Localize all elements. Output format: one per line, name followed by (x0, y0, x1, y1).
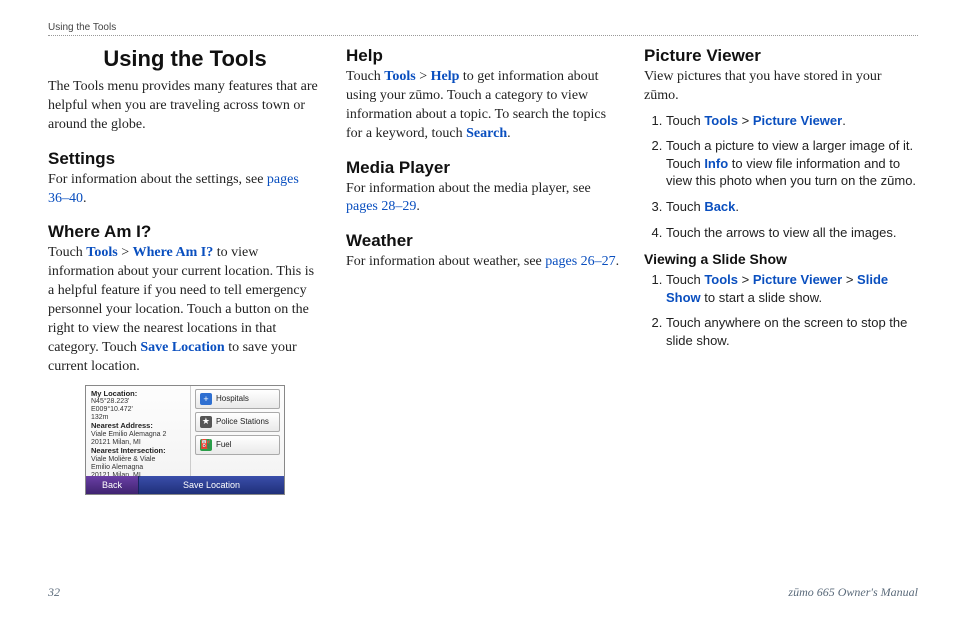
fuel-button[interactable]: ⛽ Fuel (195, 435, 280, 455)
settings-text-post: . (83, 191, 87, 206)
help-a: Touch (346, 69, 384, 84)
nearest-addr-label: Nearest Address: (91, 422, 185, 431)
slide-step-2: Touch anywhere on the screen to stop the… (666, 314, 918, 349)
settings-text-pre: For information about the settings, see (48, 172, 267, 187)
whereami-save-kw: Save Location (140, 340, 224, 355)
picture-step-3: Touch Back. (666, 198, 918, 216)
column-2: Help Touch Tools > Help to get informati… (346, 44, 620, 495)
weather-paragraph: For information about weather, see pages… (346, 253, 620, 272)
settings-text: For information about the settings, see … (48, 171, 322, 209)
police-button[interactable]: ★ Police Stations (195, 412, 280, 432)
help-c: . (507, 126, 511, 141)
settings-heading: Settings (48, 149, 322, 169)
nearest-int-v1: Viale Molière & Viale (91, 456, 185, 464)
help-heading: Help (346, 46, 620, 66)
weather-link[interactable]: pages 26–27 (545, 254, 615, 269)
picture-steps: Touch Tools > Picture Viewer. Touch a pi… (644, 112, 918, 241)
column-1: Using the Tools The Tools menu provides … (48, 44, 322, 495)
fuel-icon: ⛽ (200, 439, 212, 451)
hospitals-label: Hospitals (216, 394, 249, 403)
intro-paragraph: The Tools menu provides many features th… (48, 78, 322, 135)
hospitals-button[interactable]: + Hospitals (195, 389, 280, 409)
picture-step-1: Touch Tools > Picture Viewer. (666, 112, 918, 130)
whereami-gt: > (118, 245, 133, 260)
whereami-paragraph: Touch Tools > Where Am I? to view inform… (48, 244, 322, 376)
my-location-v2: E009°10.472' (91, 406, 185, 414)
ps3-back: Back (704, 199, 735, 214)
ps2-info: Info (704, 156, 728, 171)
hospital-icon: + (200, 393, 212, 405)
fuel-label: Fuel (216, 440, 232, 449)
ps3-a: Touch (666, 199, 704, 214)
page-footer: 32 zūmo 665 Owner's Manual (48, 585, 918, 600)
media-a: For information about the media player, … (346, 181, 591, 196)
slideshow-steps: Touch Tools > Picture Viewer > Slide Sho… (644, 271, 918, 349)
nearest-addr-v1: Viale Emilio Alemagna 2 (91, 431, 185, 439)
ps1-a: Touch (666, 113, 704, 128)
help-tools-kw: Tools (384, 69, 415, 84)
running-head: Using the Tools (48, 22, 918, 33)
weather-a: For information about weather, see (346, 254, 545, 269)
header-rule (48, 35, 918, 36)
column-3: Picture Viewer View pictures that you ha… (644, 44, 918, 495)
help-search-kw: Search (466, 126, 507, 141)
nearest-int-label: Nearest Intersection: (91, 447, 185, 456)
whereami-tools-kw: Tools (86, 245, 117, 260)
whereami-whereami-kw: Where Am I? (133, 245, 214, 260)
police-icon: ★ (200, 416, 212, 428)
weather-heading: Weather (346, 231, 620, 251)
weather-b: . (616, 254, 620, 269)
police-label: Police Stations (216, 418, 269, 426)
help-paragraph: Touch Tools > Help to get information ab… (346, 68, 620, 144)
media-link[interactable]: pages 28–29 (346, 199, 416, 214)
help-gt: > (416, 69, 431, 84)
device-buttons-pane: + Hospitals ★ Police Stations ⛽ Fuel (191, 386, 284, 476)
ps1-tools: Tools (704, 113, 738, 128)
ps3-b: . (735, 199, 739, 214)
device-back-button[interactable]: Back (86, 476, 139, 494)
media-paragraph: For information about the media player, … (346, 180, 620, 218)
ss1-pv: Picture Viewer (753, 272, 842, 287)
device-screenshot: My Location: N45°28.223' E009°10.472' 13… (85, 385, 285, 495)
help-help-kw: Help (431, 69, 460, 84)
whereami-a: Touch (48, 245, 86, 260)
picture-step-2: Touch a picture to view a larger image o… (666, 137, 918, 190)
ss1-tools: Tools (704, 272, 738, 287)
ss1-b: to start a slide show. (701, 290, 822, 305)
media-heading: Media Player (346, 158, 620, 178)
ss1-a: Touch (666, 272, 704, 287)
ps1-pv: Picture Viewer (753, 113, 842, 128)
page-title: Using the Tools (48, 46, 322, 72)
device-body: My Location: N45°28.223' E009°10.472' 13… (86, 386, 284, 476)
ps1-b: . (842, 113, 846, 128)
device-footer: Back Save Location (86, 476, 284, 494)
ss1-gt2: > (842, 272, 857, 287)
content-columns: Using the Tools The Tools menu provides … (48, 44, 918, 495)
device-save-button[interactable]: Save Location (139, 476, 284, 494)
picture-intro: View pictures that you have stored in yo… (644, 68, 918, 106)
ps1-gt: > (738, 113, 753, 128)
picture-heading: Picture Viewer (644, 46, 918, 66)
slide-step-1: Touch Tools > Picture Viewer > Slide Sho… (666, 271, 918, 306)
whereami-heading: Where Am I? (48, 222, 322, 242)
media-b: . (416, 199, 420, 214)
whereami-b: to view information about your current l… (48, 245, 314, 354)
device-info-pane: My Location: N45°28.223' E009°10.472' 13… (86, 386, 191, 476)
ss1-gt1: > (738, 272, 753, 287)
page-number: 32 (48, 585, 60, 600)
picture-step-4: Touch the arrows to view all the images. (666, 224, 918, 242)
nearest-int-v2: Emilio Alemagna (91, 464, 185, 472)
slideshow-heading: Viewing a Slide Show (644, 251, 918, 267)
manual-title: zūmo 665 Owner's Manual (788, 585, 918, 600)
